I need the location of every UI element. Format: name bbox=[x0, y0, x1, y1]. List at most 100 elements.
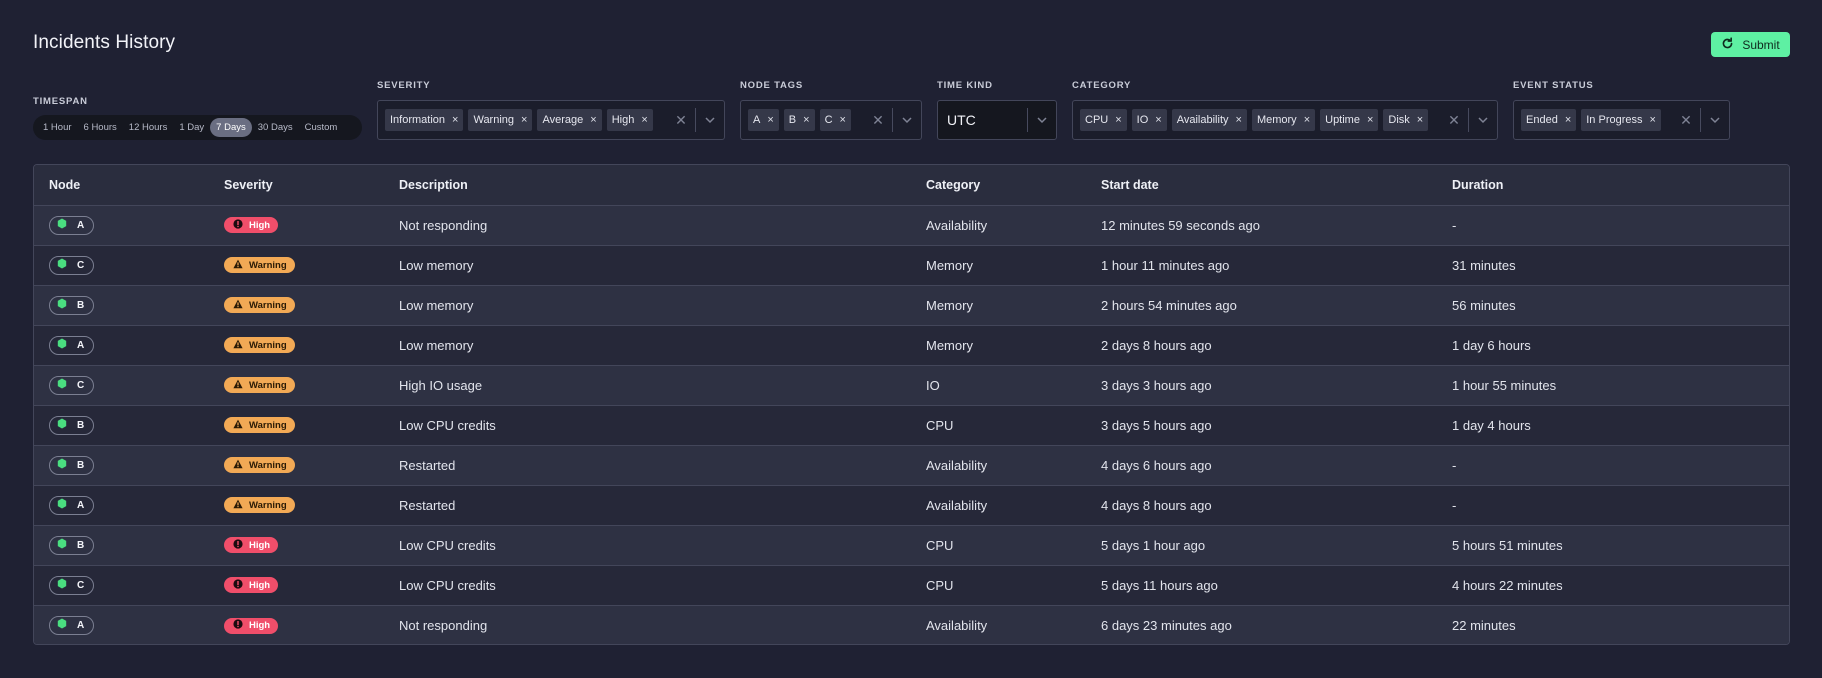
exclamation-circle-icon bbox=[233, 539, 243, 552]
table-row[interactable]: A High Not responding Availability 6 days 23… bbox=[34, 604, 1789, 644]
node-tags-clear-icon[interactable]: ✕ bbox=[864, 112, 892, 129]
timespan-option[interactable]: Custom bbox=[299, 118, 344, 137]
close-icon[interactable]: × bbox=[760, 114, 778, 126]
duration-cell: 22 minutes bbox=[1437, 604, 1789, 644]
column-header-category[interactable]: Category bbox=[911, 165, 1086, 205]
chip-label: In Progress bbox=[1586, 114, 1643, 126]
column-header-start-date[interactable]: Start date bbox=[1086, 165, 1437, 205]
column-header-severity[interactable]: Severity bbox=[209, 165, 384, 205]
node-label: B bbox=[77, 299, 85, 311]
submit-button[interactable]: Submit bbox=[1711, 32, 1790, 57]
chevron-down-icon[interactable] bbox=[893, 114, 921, 126]
column-header-duration[interactable]: Duration bbox=[1437, 165, 1789, 205]
close-icon[interactable]: × bbox=[1558, 114, 1576, 126]
warning-triangle-icon bbox=[233, 379, 243, 392]
node-tags-chips: A × B × C × bbox=[748, 109, 864, 131]
column-header-node[interactable]: Node bbox=[34, 165, 209, 205]
warning-triangle-icon bbox=[233, 259, 243, 272]
description-cell: Not responding bbox=[384, 204, 911, 245]
event-status-select[interactable]: Ended × In Progress × ✕ bbox=[1513, 100, 1730, 140]
duration-cell: 1 day 6 hours bbox=[1437, 324, 1789, 365]
node-cell: B bbox=[34, 404, 209, 445]
filter-chip: Information × bbox=[385, 109, 464, 131]
hexagon-icon bbox=[57, 618, 67, 632]
severity-badge: Warning bbox=[224, 497, 295, 514]
exclamation-circle-icon bbox=[233, 619, 243, 632]
category-select[interactable]: CPU × IO × Availability × Memory × Uptime × Disk × … bbox=[1072, 100, 1498, 140]
category-clear-icon[interactable]: ✕ bbox=[1440, 112, 1468, 129]
chip-label: Information bbox=[390, 114, 446, 126]
table-row[interactable]: B Warning Low CPU credits CPU 3 days 5 hours… bbox=[34, 404, 1789, 445]
close-icon[interactable]: × bbox=[1410, 114, 1428, 126]
severity-clear-icon[interactable]: ✕ bbox=[667, 112, 695, 129]
chip-label: Ended bbox=[1526, 114, 1558, 126]
table-row[interactable]: C High Low CPU credits CPU 5 days 11 hours a… bbox=[34, 564, 1789, 605]
close-icon[interactable]: × bbox=[1643, 114, 1661, 126]
severity-badge: Warning bbox=[224, 297, 295, 314]
exclamation-circle-icon bbox=[233, 579, 243, 592]
description-cell: Low memory bbox=[384, 244, 911, 285]
close-icon[interactable]: × bbox=[514, 114, 532, 126]
close-icon[interactable]: × bbox=[1148, 114, 1166, 126]
node-cell: A bbox=[34, 204, 209, 245]
severity-label: High bbox=[249, 219, 271, 231]
severity-label: Warning bbox=[249, 259, 287, 271]
chevron-down-icon[interactable] bbox=[1028, 114, 1056, 126]
time-kind-select[interactable]: UTC bbox=[937, 100, 1057, 140]
severity-badge: Warning bbox=[224, 457, 295, 474]
table-row[interactable]: A Warning Restarted Availability 4 days 8 ho… bbox=[34, 484, 1789, 525]
chip-label: IO bbox=[1136, 114, 1149, 126]
severity-label: High bbox=[249, 539, 271, 551]
description-cell: Restarted bbox=[384, 444, 911, 485]
severity-select[interactable]: Information × Warning × Average × High × ✕ bbox=[377, 100, 725, 140]
table-row[interactable]: B Warning Restarted Availability 4 days 6 ho… bbox=[34, 444, 1789, 485]
timespan-option[interactable]: 12 Hours bbox=[123, 118, 174, 137]
warning-triangle-icon bbox=[233, 499, 243, 512]
filter-chip: A × bbox=[748, 109, 779, 131]
event-status-clear-icon[interactable]: ✕ bbox=[1672, 112, 1700, 129]
close-icon[interactable]: × bbox=[1360, 114, 1378, 126]
severity-cell: Warning bbox=[209, 284, 384, 325]
chevron-down-icon[interactable] bbox=[1701, 114, 1729, 126]
table-row[interactable]: B Warning Low memory Memory 2 hours 54 minut… bbox=[34, 284, 1789, 325]
close-icon[interactable]: × bbox=[1229, 114, 1247, 126]
table-row[interactable]: A Warning Low memory Memory 2 days 8 hours a… bbox=[34, 324, 1789, 365]
severity-cell: Warning bbox=[209, 404, 384, 445]
severity-cell: High bbox=[209, 204, 384, 245]
chevron-down-icon[interactable] bbox=[696, 114, 724, 126]
column-header-description[interactable]: Description bbox=[384, 165, 911, 205]
timespan-option[interactable]: 1 Hour bbox=[37, 118, 78, 137]
timespan-option[interactable]: 30 Days bbox=[252, 118, 299, 137]
timespan-option[interactable]: 1 Day bbox=[173, 118, 210, 137]
close-icon[interactable]: × bbox=[1108, 114, 1126, 126]
node-label: A bbox=[77, 619, 85, 631]
chevron-down-icon[interactable] bbox=[1469, 114, 1497, 126]
category-cell: Availability bbox=[911, 204, 1086, 245]
refresh-icon bbox=[1721, 36, 1734, 53]
start-date-cell: 5 days 11 hours ago bbox=[1086, 564, 1437, 605]
close-icon[interactable]: × bbox=[1297, 114, 1315, 126]
chip-label: Disk bbox=[1388, 114, 1410, 126]
table-row[interactable]: C Warning Low memory Memory 1 hour 11 minute… bbox=[34, 244, 1789, 285]
start-date-cell: 3 days 5 hours ago bbox=[1086, 404, 1437, 445]
close-icon[interactable]: × bbox=[445, 114, 463, 126]
node-label: B bbox=[77, 419, 85, 431]
table-row[interactable]: A High Not responding Availability 12 minute… bbox=[34, 204, 1789, 245]
table-row[interactable]: C Warning High IO usage IO 3 days 3 hours ag… bbox=[34, 364, 1789, 405]
duration-cell: 1 day 4 hours bbox=[1437, 404, 1789, 445]
hexagon-icon bbox=[57, 458, 67, 472]
table-row[interactable]: B High Low CPU credits CPU 5 days 1 hour ago… bbox=[34, 524, 1789, 565]
timespan-option[interactable]: 7 Days bbox=[210, 118, 252, 137]
node-tags-select[interactable]: A × B × C × ✕ bbox=[740, 100, 922, 140]
close-icon[interactable]: × bbox=[796, 114, 814, 126]
duration-cell: 5 hours 51 minutes bbox=[1437, 524, 1789, 565]
close-icon[interactable]: × bbox=[833, 114, 851, 126]
close-icon[interactable]: × bbox=[583, 114, 601, 126]
severity-cell: High bbox=[209, 564, 384, 605]
timespan-option[interactable]: 6 Hours bbox=[78, 118, 123, 137]
category-cell: Availability bbox=[911, 444, 1086, 485]
chip-label: High bbox=[611, 114, 635, 126]
time-kind-label: TIME KIND bbox=[937, 80, 993, 91]
description-cell: Low memory bbox=[384, 284, 911, 325]
close-icon[interactable]: × bbox=[634, 114, 652, 126]
